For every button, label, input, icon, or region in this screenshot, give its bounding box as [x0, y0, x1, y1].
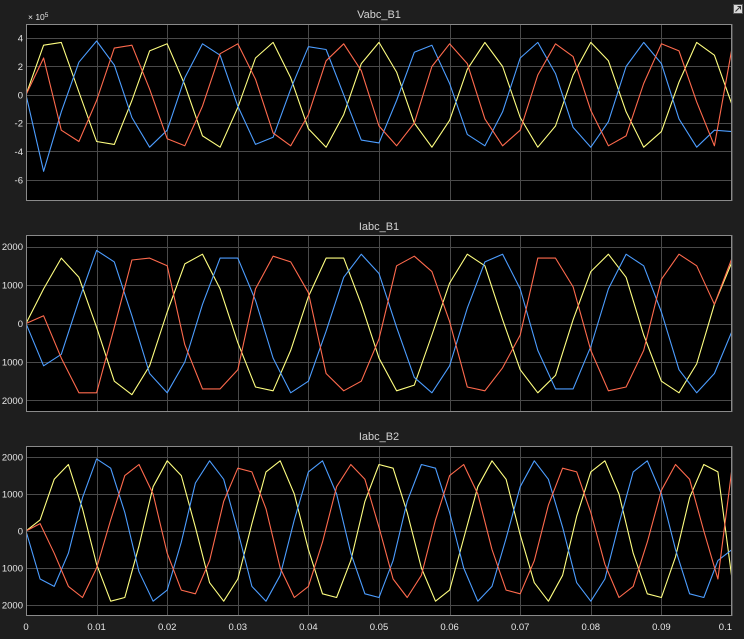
- scope-figure: 420-2-4-6Vabc_B1× 10520001000010002000Ia…: [0, 0, 744, 639]
- scope-panel-1: 420-2-4-6Vabc_B1× 105: [15, 9, 733, 201]
- y-tick-label: -6: [15, 175, 23, 186]
- x-tick-label: 0.08: [582, 622, 601, 633]
- x-tick-label: 0.01: [87, 622, 106, 633]
- panel-title: Vabc_B1: [357, 9, 401, 21]
- y-tick-label: 1000: [2, 281, 23, 292]
- scope-panel-2: 2000 1000 0 1000 2000 Iabc_B1: [2, 221, 733, 412]
- x-tick-label: 0: [23, 622, 28, 633]
- panel-title: Iabc_B2: [359, 431, 399, 443]
- undock-icon[interactable]: [733, 4, 743, 14]
- x-tick-label: 0.07: [511, 622, 530, 633]
- y-tick-label: -2: [15, 119, 23, 130]
- y-tick-label: 2000: [2, 396, 23, 407]
- x-tick-label: 0.06: [440, 622, 459, 633]
- y-tick-label: 2000: [2, 600, 23, 611]
- x-tick-label: 0.09: [652, 622, 671, 633]
- y-tick-label: 2000: [2, 242, 23, 253]
- x-tick-label: 0.1: [719, 622, 732, 633]
- x-tick-label: 0.02: [158, 622, 177, 633]
- y-tick-label: 0: [18, 527, 23, 538]
- x-tick-label: 0.03: [229, 622, 248, 633]
- x-tick-label: 0.04: [299, 622, 318, 633]
- y-tick-label: 1000: [2, 490, 23, 501]
- y-tick-label: -4: [15, 147, 23, 158]
- y-tick-label: 4: [18, 34, 23, 45]
- y-tick-label: 0: [18, 319, 23, 330]
- y-tick-label: 0: [18, 90, 23, 101]
- y-tick-label: 2: [18, 62, 23, 73]
- panel-title: Iabc_B1: [359, 221, 399, 233]
- scope-panel-3: 2000 1000 0 1000 2000 Iabc_B2 0 0.01 0.02 0.03 0.0…: [2, 431, 733, 633]
- y-tick-label: 2000: [2, 453, 23, 464]
- y-exponent-power: 5: [45, 12, 49, 19]
- y-tick-label: 1000: [2, 357, 23, 368]
- x-tick-label: 0.05: [370, 622, 389, 633]
- y-tick-label: 1000: [2, 563, 23, 574]
